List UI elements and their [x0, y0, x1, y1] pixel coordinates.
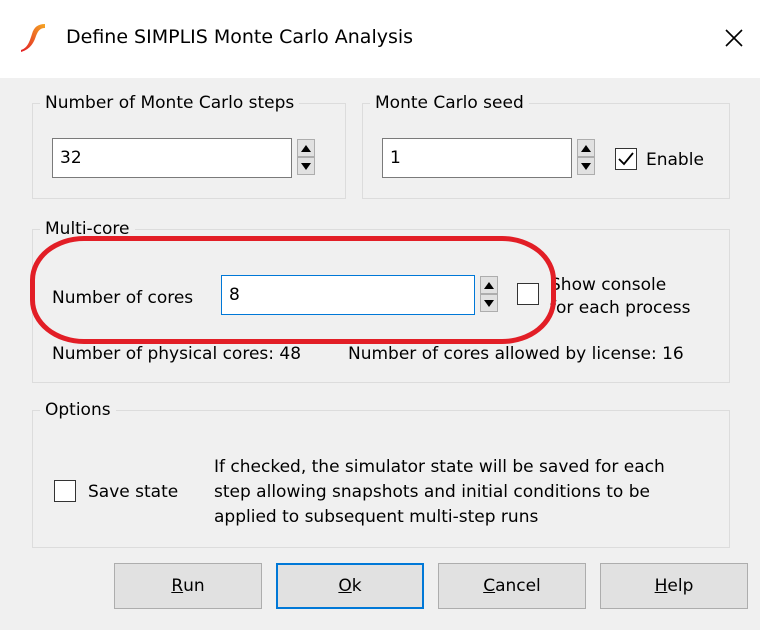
- show-console-label-line1: Show console: [550, 275, 667, 295]
- help-label-rest: elp: [667, 576, 694, 596]
- spin-up-button[interactable]: [480, 276, 498, 294]
- title-bar: Define SIMPLIS Monte Carlo Analysis: [0, 0, 760, 78]
- cancel-mnemonic: C: [483, 576, 496, 596]
- cores-spinner[interactable]: [480, 276, 498, 312]
- close-icon: [725, 29, 743, 47]
- save-state-checkbox[interactable]: [54, 480, 76, 502]
- arrow-up-icon: [301, 144, 311, 152]
- seed-group-label: Monte Carlo seed: [370, 93, 529, 113]
- steps-input[interactable]: 32: [52, 138, 292, 178]
- cores-input[interactable]: 8: [221, 275, 475, 315]
- spin-up-button[interactable]: [577, 139, 595, 157]
- multicore-group-label: Multi-core: [40, 219, 135, 239]
- spin-down-button[interactable]: [577, 157, 595, 175]
- cancel-label-rest: ancel: [495, 576, 541, 596]
- checkmark-icon: [618, 152, 634, 166]
- run-mnemonic: R: [171, 576, 184, 596]
- run-button[interactable]: Run: [114, 563, 262, 609]
- options-description-line1: If checked, the simulator state will be …: [214, 457, 665, 477]
- ok-label-rest: k: [351, 576, 362, 596]
- options-description-line3: applied to subsequent multi-step runs: [214, 507, 539, 527]
- show-console-checkbox[interactable]: [517, 283, 539, 305]
- enable-label: Enable: [646, 150, 704, 170]
- arrow-up-icon: [581, 144, 591, 152]
- cancel-button[interactable]: Cancel: [438, 563, 586, 609]
- options-description-line2: step allowing snapshots and initial cond…: [214, 482, 650, 502]
- ok-mnemonic: O: [338, 576, 352, 596]
- arrow-down-icon: [484, 299, 494, 307]
- spin-down-button[interactable]: [297, 157, 315, 175]
- enable-checkbox[interactable]: [615, 148, 637, 170]
- steps-spinner[interactable]: [297, 139, 315, 175]
- seed-spinner[interactable]: [577, 139, 595, 175]
- options-group-label: Options: [40, 400, 116, 420]
- simplis-logo-icon: [21, 24, 45, 52]
- physical-cores-text: Number of physical cores: 48: [52, 344, 302, 364]
- arrow-down-icon: [581, 162, 591, 170]
- help-button[interactable]: Help: [600, 563, 748, 609]
- arrow-up-icon: [484, 281, 494, 289]
- show-console-label-line2: for each process: [550, 298, 691, 318]
- steps-group-label: Number of Monte Carlo steps: [40, 93, 300, 113]
- window-title: Define SIMPLIS Monte Carlo Analysis: [66, 26, 414, 48]
- run-label-rest: un: [183, 576, 205, 596]
- close-button[interactable]: [712, 16, 756, 60]
- spin-down-button[interactable]: [480, 294, 498, 312]
- ok-button[interactable]: Ok: [276, 563, 424, 609]
- help-mnemonic: H: [654, 576, 668, 596]
- save-state-label: Save state: [88, 482, 179, 502]
- seed-input[interactable]: 1: [382, 138, 572, 178]
- cores-label: Number of cores: [52, 288, 194, 308]
- arrow-down-icon: [301, 162, 311, 170]
- license-cores-text: Number of cores allowed by license: 16: [348, 344, 684, 364]
- spin-up-button[interactable]: [297, 139, 315, 157]
